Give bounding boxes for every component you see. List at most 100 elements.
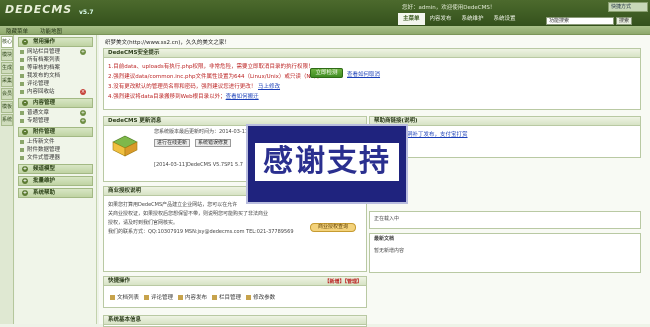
security-panel: DedeCMS安全提示 1.目前data、uploads有执行.php权限，非常…	[103, 48, 641, 110]
bug-fix-button[interactable]: 系统错误修复	[194, 139, 231, 147]
bullet-icon	[20, 148, 24, 152]
latest-docs-panel: 最新文档 暂无新增内容	[369, 233, 641, 273]
greeting-text: 织梦美文(http://www.ss2.cn)，久久的美文之家！	[105, 40, 230, 46]
loading-panel: 正在载入中	[369, 211, 641, 229]
security-tip-3: 3.没有更改默认的管理员名称和密码，强烈建议您进行更改！ 马上修改	[108, 84, 281, 90]
quick-publish[interactable]: 内容发布	[178, 293, 207, 301]
bullet-icon	[20, 50, 24, 54]
nav-tab-publish[interactable]: 内容发布	[425, 13, 457, 25]
bullet-icon	[20, 156, 24, 160]
menu-item-all-docs[interactable]: 所有档案列表	[15, 56, 96, 64]
menu-item-columns[interactable]: 网站栏目管理 +	[15, 48, 96, 56]
sub-toolbar: 隐藏菜单 功能地图	[0, 26, 650, 35]
vtab-template[interactable]: 模板	[1, 101, 13, 113]
vtab-collect[interactable]: 采集	[1, 75, 13, 87]
shortcut-dropdown[interactable]: 快捷方式	[608, 2, 648, 12]
main-nav: 主菜单 内容发布 系统维护 系统设置	[398, 13, 521, 25]
function-search-input[interactable]: 功能搜索	[546, 17, 614, 25]
vtab-member[interactable]: 会员	[1, 88, 13, 100]
check-now-button[interactable]: 立即检测	[310, 68, 343, 78]
menu-item-attachment-data[interactable]: 附件数据管理	[15, 146, 96, 154]
license-line-2: 关商业授权证，如果授权后您想保留不带，则说明您可能购买了非法商业	[108, 211, 269, 217]
column-icon	[212, 295, 218, 300]
quick-ops-row: 文档列表 评论管理 内容发布 栏目管理 修改参数	[110, 293, 275, 301]
nav-tab-maintain[interactable]: 系统维护	[457, 13, 489, 25]
thanks-banner: 感谢支持	[246, 124, 408, 204]
app-version: v5.7	[79, 9, 94, 16]
menu-item-file-manager[interactable]: 文件式管理器	[15, 154, 96, 162]
add-manage-link[interactable]: 【新增】【管理】	[324, 278, 362, 286]
menu-item-articles[interactable]: 普通文章 +	[15, 109, 96, 117]
quick-columns[interactable]: 栏目管理	[212, 293, 241, 301]
change-password-link[interactable]: 马上修改	[258, 84, 280, 90]
security-tip-1: 1.目前data、uploads有执行.php权限，非常危险，需要立即取消目录的…	[108, 64, 314, 70]
expand-icon: +	[22, 166, 28, 172]
update-buttons: 进行在线更新 系统错误修复	[154, 139, 234, 147]
cancel-help-link[interactable]: 查看如何取消	[347, 70, 380, 78]
settings-icon	[246, 295, 252, 300]
menu-group-common[interactable]: - 常用操作	[18, 37, 93, 47]
quick-settings[interactable]: 修改参数	[246, 293, 275, 301]
vtab-module[interactable]: 模块	[1, 49, 13, 61]
quick-ops-title: 快捷操作 【新增】【管理】	[104, 277, 366, 286]
bullet-icon	[20, 119, 24, 123]
add-icon[interactable]: +	[80, 118, 86, 124]
expand-icon: +	[22, 178, 28, 184]
menu-item-recycle[interactable]: 内容回收站 ×	[15, 88, 96, 96]
help-panel-title: 帮助商链接(说明)	[370, 117, 640, 126]
security-panel-title: DedeCMS安全提示	[104, 49, 640, 58]
menu-item-my-docs[interactable]: 我发布的文档	[15, 72, 96, 80]
doc-icon	[110, 295, 115, 300]
loading-text: 正在载入中	[374, 216, 400, 222]
menu-item-pending[interactable]: 等审核的档案	[15, 64, 96, 72]
menu-group-channel[interactable]: + 频道模型	[18, 164, 93, 174]
bullet-icon	[20, 82, 24, 86]
collapse-icon: -	[22, 100, 28, 106]
online-update-button[interactable]: 进行在线更新	[154, 139, 191, 147]
package-icon	[112, 135, 138, 157]
delete-icon[interactable]: ×	[80, 89, 86, 95]
menu-group-attachments[interactable]: - 附件管理	[18, 127, 93, 137]
nav-tab-settings[interactable]: 系统设置	[489, 13, 521, 25]
hide-menu-link[interactable]: 隐藏菜单	[6, 27, 28, 35]
version-info-text: [2014-03-11]DedeCMS V5.7SP1 5.7	[154, 162, 243, 168]
latest-update-text: 您系统版本最后更新时间为：2014-03-11	[154, 129, 249, 135]
bullet-icon	[20, 140, 24, 144]
latest-docs-title: 最新文档	[374, 236, 395, 242]
menu-group-batch[interactable]: + 批量维护	[18, 176, 93, 186]
expand-icon: +	[22, 190, 28, 196]
quick-doc-list[interactable]: 文档列表	[110, 293, 139, 301]
move-data-link[interactable]: 查看如何搬迁	[226, 94, 259, 100]
search-button[interactable]: 搜索	[616, 17, 632, 25]
sysinfo-panel: 系统基本信息	[103, 315, 367, 327]
app-logo[interactable]: DEDECMS	[5, 3, 72, 16]
bullet-icon	[20, 74, 24, 78]
menu-item-upload[interactable]: 上传新文件	[15, 138, 96, 146]
menu-group-help[interactable]: + 系统帮助	[18, 188, 93, 198]
vtab-core[interactable]: 核心	[1, 36, 13, 48]
contact-info: 我们的联系方式：QQ:10307919 MSN:jsy@dedecms.com …	[108, 229, 294, 235]
bullet-icon	[20, 66, 24, 70]
user-info: 您好：admin，欢迎使用DedeCMS！	[402, 5, 496, 11]
help-panel: 帮助商链接(说明) 最新软件、漏洞补丁发布，支付宝打赏	[369, 116, 641, 158]
menu-item-topics[interactable]: 专题管理 +	[15, 117, 96, 125]
license-query-button[interactable]: 商业授权查询	[310, 223, 356, 232]
bullet-icon	[20, 90, 24, 94]
quick-ops-panel: 快捷操作 【新增】【管理】 文档列表 评论管理 内容发布 栏目管理 修改参数	[103, 276, 367, 308]
add-icon[interactable]: +	[80, 49, 86, 55]
menu-group-content[interactable]: - 内容管理	[18, 98, 93, 108]
add-icon[interactable]: +	[80, 110, 86, 116]
nav-tab-main[interactable]: 主菜单	[398, 13, 425, 25]
security-tip-4: 4.强烈建议将data目录搬移到Web根目录以外；查看如何搬迁	[108, 94, 259, 100]
vertical-tabs: 核心 模块 生成 采集 会员 模板 系统	[0, 35, 14, 324]
bullet-icon	[20, 58, 24, 62]
site-map-link[interactable]: 功能地图	[40, 27, 62, 35]
menu-item-comments[interactable]: 评论管理	[15, 80, 96, 88]
vtab-system[interactable]: 系统	[1, 114, 13, 126]
thanks-text: 感谢支持	[255, 143, 399, 181]
quick-comments[interactable]: 评论管理	[144, 293, 173, 301]
vtab-generate[interactable]: 生成	[1, 62, 13, 74]
collapse-icon: -	[22, 129, 28, 135]
left-menu: - 常用操作 网站栏目管理 + 所有档案列表 等审核的档案 我发布的文档 评论管理 …	[15, 35, 97, 324]
license-line-3: 授权，请及时到我们官网核实。	[108, 220, 179, 226]
